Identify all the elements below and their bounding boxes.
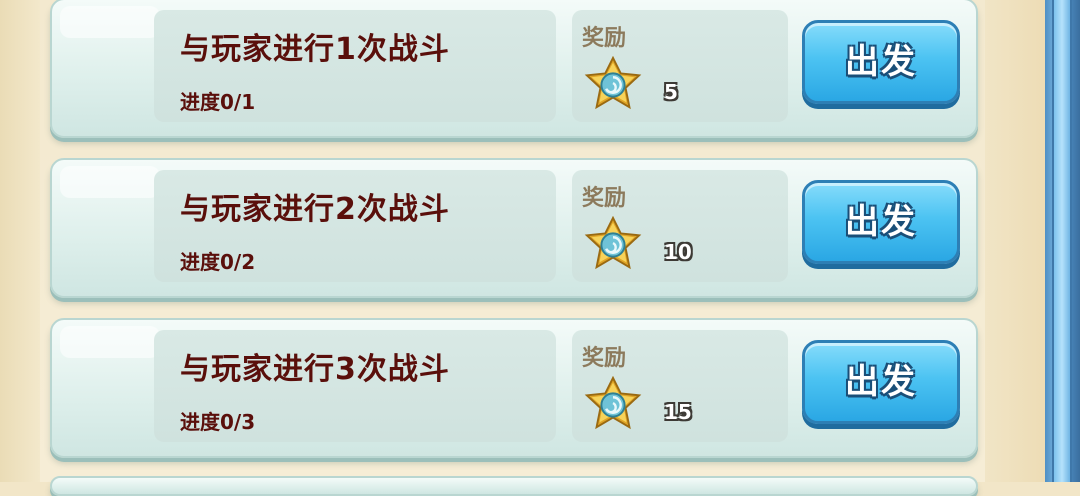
card-shine — [60, 6, 160, 38]
go-button[interactable]: 出发 — [802, 340, 960, 424]
quest-title: 与玩家进行3次战斗 — [180, 352, 450, 387]
quest-progress-label: 进度 — [180, 410, 220, 434]
reward-amount: 5 — [664, 80, 678, 104]
quest-progress-value: 0/3 — [220, 410, 256, 434]
reward-label: 奖励 — [582, 186, 627, 211]
card-shine — [60, 326, 160, 358]
scrollbar-thumb[interactable] — [1052, 0, 1072, 482]
star-coin-icon — [584, 216, 642, 270]
quest-title: 与玩家进行1次战斗 — [180, 32, 450, 67]
quest-progress: 进度0/3 — [180, 406, 255, 435]
go-button[interactable]: 出发 — [802, 20, 960, 104]
quest-description-box: 与玩家进行1次战斗 进度0/1 — [154, 10, 556, 122]
quest-progress: 进度0/2 — [180, 246, 255, 275]
quest-card-1: 与玩家进行1次战斗 进度0/1 奖励 5 出发 — [50, 0, 978, 138]
quest-progress-value: 0/1 — [220, 90, 256, 114]
card-shine — [60, 166, 160, 198]
reward-amount: 15 — [664, 400, 692, 424]
reward-box: 奖励 5 — [572, 10, 788, 122]
go-button-label: 出发 — [845, 202, 917, 242]
quest-progress-value: 0/2 — [220, 250, 256, 274]
quest-progress-label: 进度 — [180, 90, 220, 114]
quest-card-4-partial — [50, 476, 978, 496]
go-button-label: 出发 — [845, 362, 917, 402]
star-coin-icon — [584, 56, 642, 110]
reward-box: 奖励 15 — [572, 330, 788, 442]
quest-progress-label: 进度 — [180, 250, 220, 274]
quest-card-3: 与玩家进行3次战斗 进度0/3 奖励 15 出发 — [50, 318, 978, 458]
quest-card-2: 与玩家进行2次战斗 进度0/2 奖励 10 出发 — [50, 158, 978, 298]
background-left — [0, 0, 40, 482]
reward-box: 奖励 10 — [572, 170, 788, 282]
star-coin-icon — [584, 376, 642, 430]
quest-title: 与玩家进行2次战斗 — [180, 192, 450, 227]
quest-description-box: 与玩家进行2次战斗 进度0/2 — [154, 170, 556, 282]
go-button-label: 出发 — [845, 42, 917, 82]
go-button[interactable]: 出发 — [802, 180, 960, 264]
background-right — [985, 0, 1045, 482]
quest-description-box: 与玩家进行3次战斗 进度0/3 — [154, 330, 556, 442]
reward-label: 奖励 — [582, 26, 627, 51]
quest-progress: 进度0/1 — [180, 86, 255, 115]
reward-label: 奖励 — [582, 346, 627, 371]
reward-amount: 10 — [664, 240, 692, 264]
